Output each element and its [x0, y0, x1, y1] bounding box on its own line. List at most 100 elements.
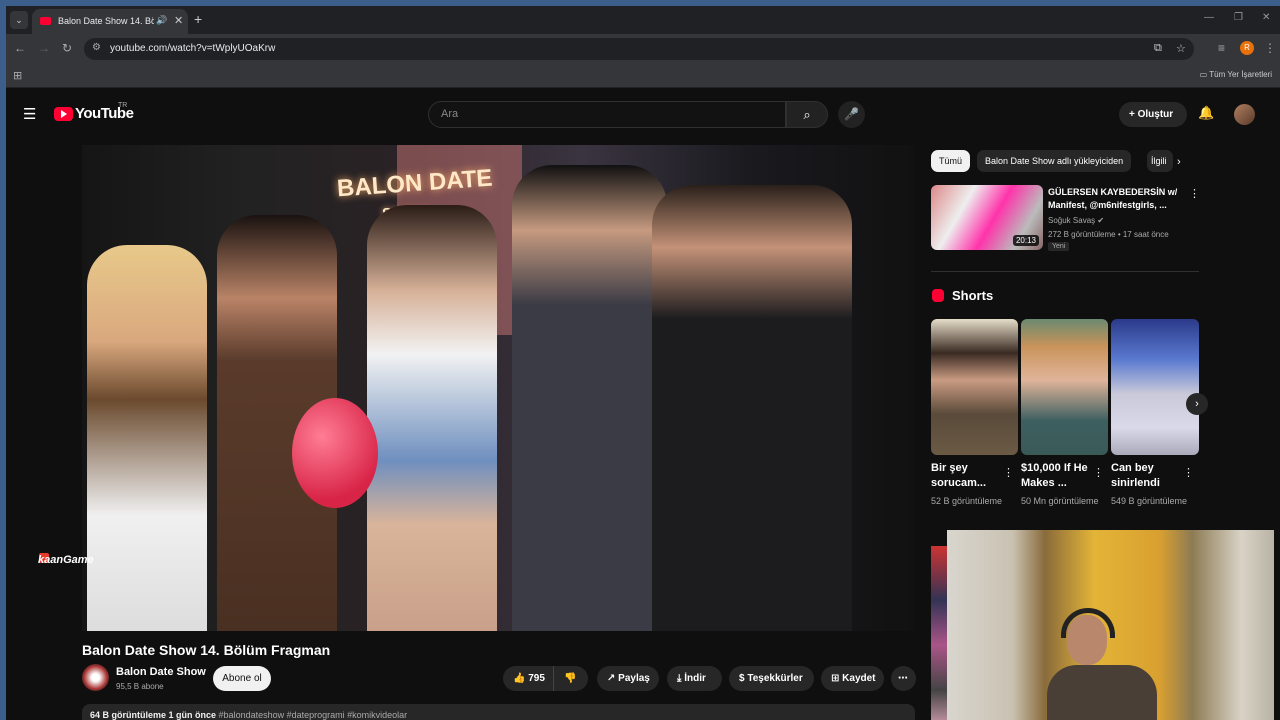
dislike-button[interactable]: 👎: [553, 666, 588, 691]
more-horizontal-icon: ⋯: [898, 673, 908, 684]
video-person: [652, 185, 852, 631]
short-views: 50 Mn görüntüleme: [1021, 496, 1099, 506]
channel-name[interactable]: Balon Date Show: [116, 666, 206, 678]
channel-avatar[interactable]: [82, 664, 109, 691]
short-title[interactable]: Bir şey sorucam...: [931, 461, 1001, 491]
restore-icon[interactable]: ❐: [1234, 12, 1243, 23]
apps-grid-icon[interactable]: ⊞: [13, 69, 22, 82]
recommended-title[interactable]: GÜLERSEN KAYBEDERSİN w/ Manifest, @m6nif…: [1048, 186, 1188, 212]
section-divider: [931, 271, 1199, 272]
chip-all[interactable]: Tümü: [931, 150, 971, 172]
download-label: İndir: [684, 673, 706, 684]
profile-avatar[interactable]: R: [1240, 41, 1254, 55]
short-views: 52 B görüntüleme: [931, 496, 1003, 506]
tab-strip: ⌄ Balon Date Show 14. Bölüm 🔊 ✕ + — ❐ ✕: [6, 6, 1280, 34]
browser-menu-icon[interactable]: ⋮: [1264, 41, 1276, 55]
chip-related[interactable]: İlgili: [1147, 150, 1173, 172]
short-thumbnail[interactable]: [1021, 319, 1108, 455]
recommended-thumbnail[interactable]: 20:13: [931, 185, 1043, 250]
recommended-more-icon[interactable]: ⋮: [1189, 187, 1200, 200]
short-more-icon[interactable]: ⋮: [1183, 466, 1194, 479]
create-button[interactable]: + Oluştur: [1119, 102, 1187, 127]
region-code: TR: [118, 102, 128, 109]
user-avatar[interactable]: [1234, 104, 1255, 125]
reading-list-icon[interactable]: ≡: [1218, 41, 1225, 55]
notifications-bell-icon[interactable]: 🔔: [1198, 105, 1214, 121]
youtube-logo-icon[interactable]: [54, 107, 73, 121]
plus-icon: +: [1129, 109, 1138, 120]
forward-icon[interactable]: →: [38, 41, 50, 55]
bookmark-star-icon[interactable]: ☆: [1176, 42, 1186, 55]
short-thumbnail[interactable]: [1111, 319, 1199, 455]
youtube-header: ☰ YouTube TR Ara ⌕ 🎤 + Oluştur 🔔: [6, 88, 1280, 140]
browser-tab[interactable]: Balon Date Show 14. Bölüm 🔊 ✕: [32, 9, 188, 34]
video-person: [87, 245, 207, 631]
video-watermark: kaanGame: [38, 554, 94, 566]
search-input[interactable]: Ara: [428, 101, 786, 128]
download-button[interactable]: ⤓ İndir: [667, 666, 722, 691]
share-button[interactable]: ↗ Paylaş: [597, 666, 659, 691]
streamer-body: [1047, 665, 1157, 720]
shorts-heading: Shorts: [952, 288, 994, 303]
new-badge: Yeni: [1048, 242, 1070, 251]
all-bookmarks-label: Tüm Yer İşaretleri: [1209, 70, 1272, 79]
video-person: [367, 205, 497, 631]
url-field[interactable]: ⚙ youtube.com/watch?v=tWplyUOaKrw ⧉ ☆: [84, 38, 1194, 60]
short-title[interactable]: Can bey sinirlendi: [1111, 461, 1181, 491]
microphone-icon: 🎤: [844, 107, 859, 121]
shorts-icon: [932, 289, 944, 302]
save-icon: ⊞: [831, 673, 843, 684]
hamburger-menu-icon[interactable]: ☰: [23, 105, 36, 123]
more-actions-button[interactable]: ⋯: [891, 666, 916, 691]
chip-from-uploader[interactable]: Balon Date Show adlı yükleyiciden: [977, 150, 1132, 172]
like-button[interactable]: 👍 795: [503, 666, 553, 691]
video-player[interactable]: BALON DATE SHOW: [82, 145, 915, 631]
video-person: [512, 165, 667, 631]
reload-icon[interactable]: ↻: [62, 41, 72, 55]
cast-icon[interactable]: ⧉: [1154, 42, 1162, 55]
voice-search-button[interactable]: 🎤: [838, 101, 865, 128]
folder-icon: ▭: [1199, 70, 1210, 79]
share-icon: ↗: [607, 673, 619, 684]
site-info-icon[interactable]: ⚙: [92, 42, 101, 53]
close-window-icon[interactable]: ✕: [1262, 12, 1270, 23]
recommended-duration: 20:13: [1012, 235, 1039, 246]
search-button[interactable]: ⌕: [786, 101, 828, 128]
like-count: 795: [528, 673, 545, 684]
youtube-favicon-icon: [40, 17, 51, 25]
headphones: [1061, 608, 1115, 638]
short-more-icon[interactable]: ⋮: [1003, 466, 1014, 479]
webcam-overlay: [947, 530, 1274, 720]
short-title[interactable]: $10,000 If He Makes ...: [1021, 461, 1091, 491]
verified-icon: ✔: [1097, 216, 1105, 225]
minimize-icon[interactable]: —: [1204, 12, 1214, 23]
description-box[interactable]: 64 B görüntüleme 1 gün önce #balondatesh…: [82, 704, 915, 720]
short-thumbnail[interactable]: [931, 319, 1018, 455]
short-more-icon[interactable]: ⋮: [1093, 466, 1104, 479]
recommended-channel-name: Soğuk Savaş: [1048, 216, 1096, 225]
share-label: Paylaş: [618, 673, 650, 684]
create-label: Oluştur: [1137, 109, 1174, 120]
recommended-meta: 272 B görüntüleme • 17 saat önce: [1048, 230, 1169, 239]
url-text: youtube.com/watch?v=tWplyUOaKrw: [110, 43, 276, 54]
video-title: Balon Date Show 14. Bölüm Fragman: [82, 642, 331, 658]
subscribe-button[interactable]: Abone ol: [213, 666, 271, 691]
shorts-next-button[interactable]: ›: [1186, 393, 1208, 415]
hashtags[interactable]: #balondateshow #dateprogrami #komikvideo…: [219, 710, 408, 720]
chevron-right-icon[interactable]: ›: [1177, 156, 1181, 168]
short-views: 549 B görüntüleme: [1111, 496, 1188, 506]
views-and-date: 64 B görüntüleme 1 gün önce: [90, 710, 217, 720]
recommended-channel[interactable]: Soğuk Savaş ✔: [1048, 216, 1104, 225]
thanks-button[interactable]: $ Teşekkürler: [729, 666, 814, 691]
tab-search-icon[interactable]: ⌄: [10, 11, 28, 29]
channel-subscribers: 95,5 B abone: [116, 682, 164, 691]
new-tab-icon[interactable]: +: [194, 11, 202, 27]
tab-title: Balon Date Show 14. Bölüm: [58, 16, 154, 26]
save-label: Kaydet: [842, 673, 876, 684]
close-tab-icon[interactable]: ✕: [174, 14, 183, 27]
save-button[interactable]: ⊞ Kaydet: [821, 666, 884, 691]
back-icon[interactable]: ←: [14, 41, 26, 55]
speaker-icon[interactable]: 🔊: [156, 15, 167, 26]
all-bookmarks-link[interactable]: ▭ Tüm Yer İşaretleri: [1200, 70, 1272, 79]
address-bar-row: ← → ↻ ⚙ youtube.com/watch?v=tWplyUOaKrw …: [6, 34, 1280, 64]
